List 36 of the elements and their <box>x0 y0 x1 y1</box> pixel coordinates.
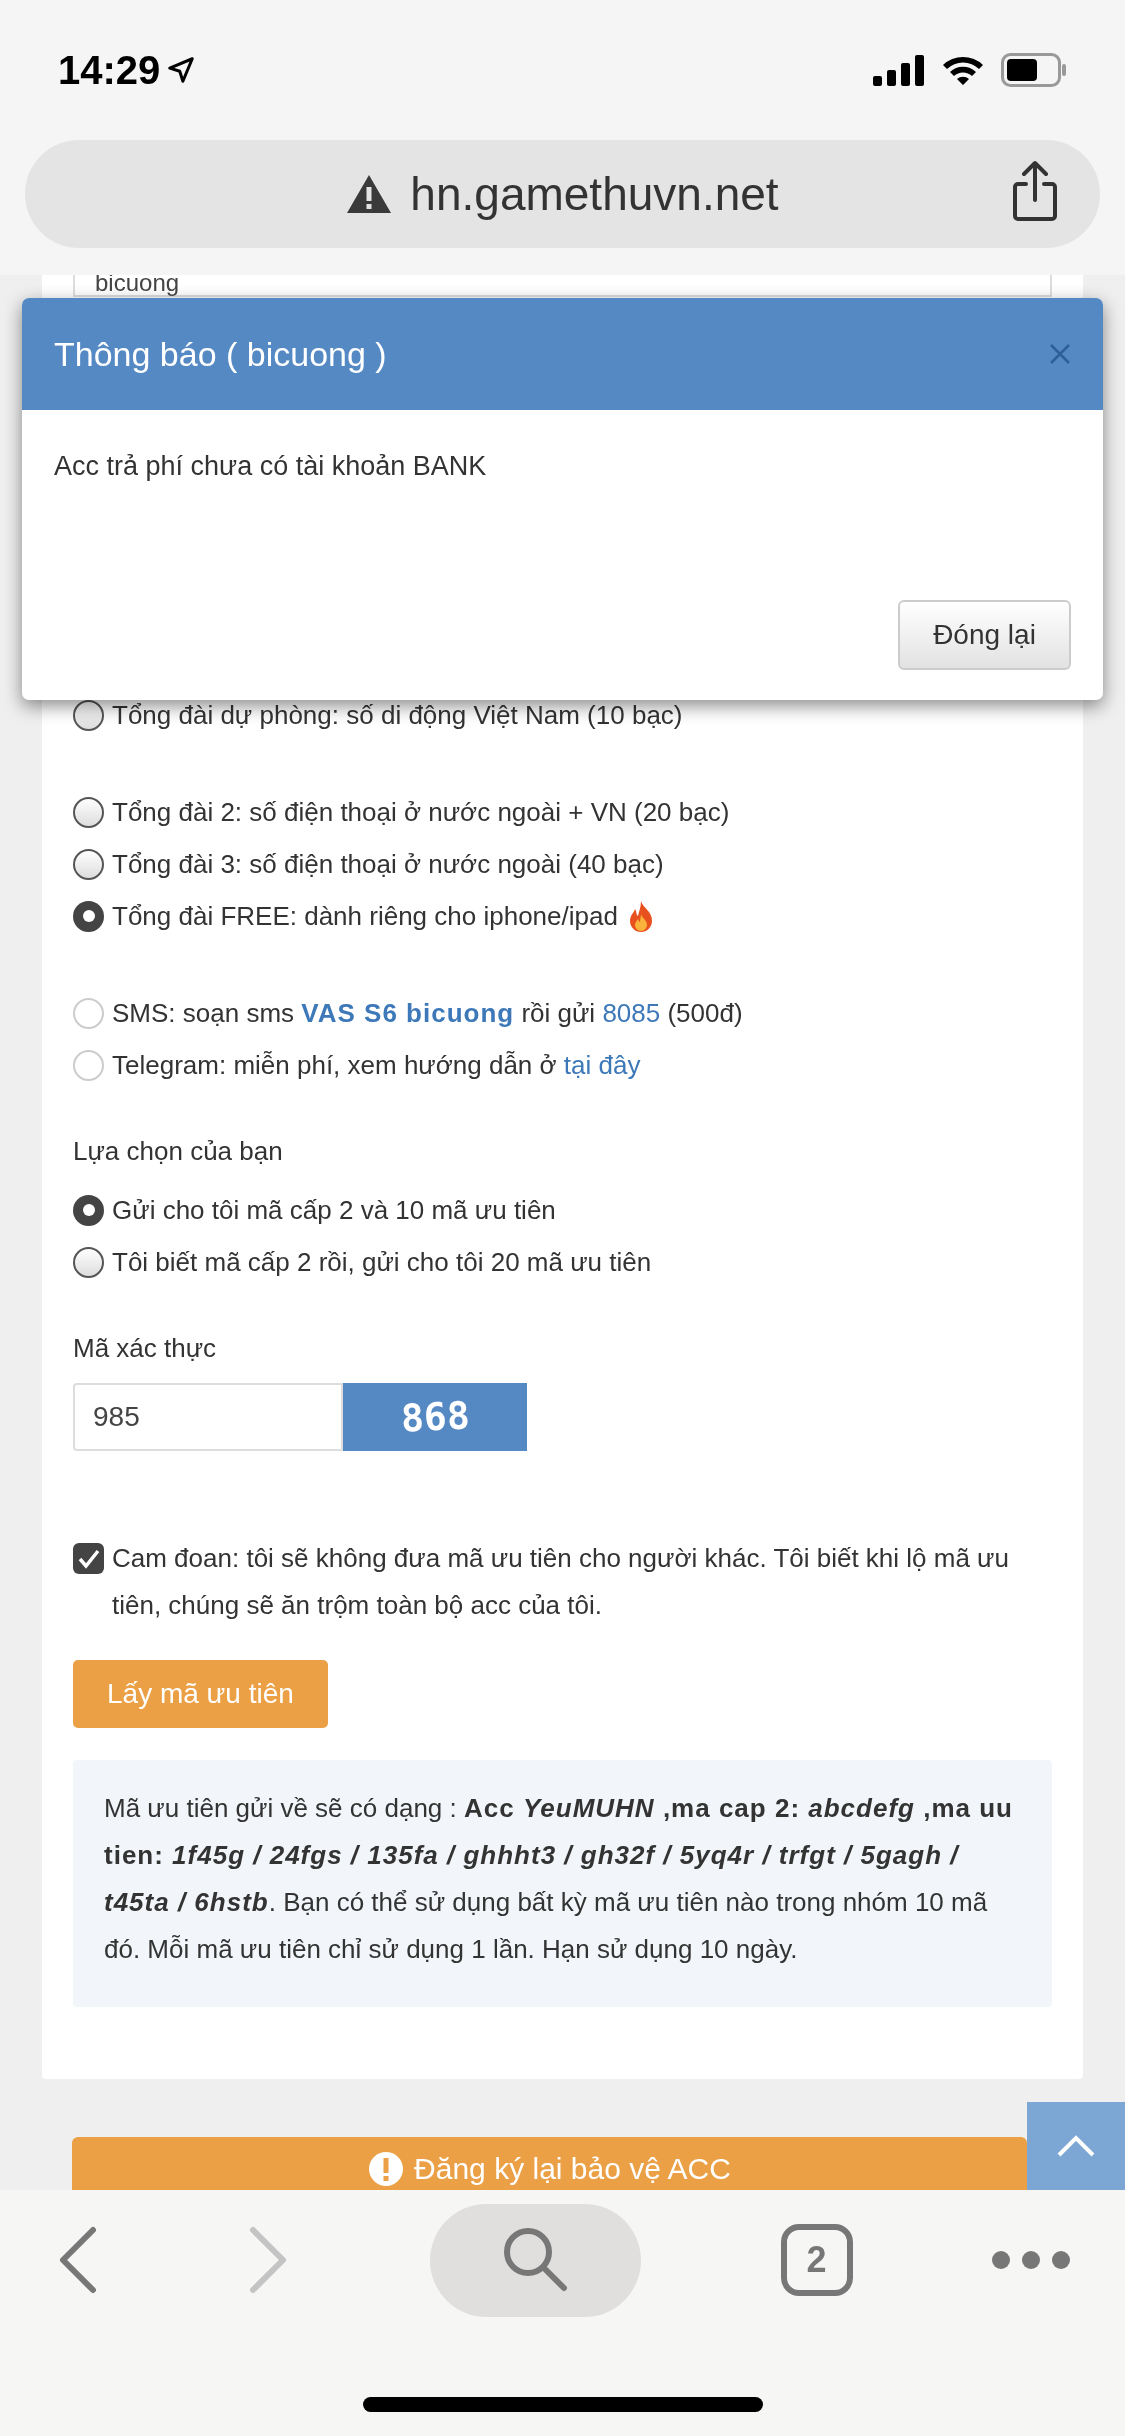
checkbox[interactable] <box>73 1543 104 1574</box>
battery-icon <box>1001 53 1067 87</box>
option-label: Tổng đài 3: số điện thoại ở nước ngoài (40 bạc) <box>112 847 664 881</box>
address-bar[interactable]: hn.gamethuvn.net <box>25 140 1100 248</box>
tabs-button[interactable]: 2 <box>780 2224 853 2296</box>
radio-button[interactable] <box>73 796 104 828</box>
clock-time: 14:29 <box>58 47 161 94</box>
option-label: Tổng đài 2: số điện thoại ở nước ngoài + VN (20 bạc) <box>112 795 730 829</box>
captcha-image: 868 <box>343 1383 527 1451</box>
option-label: Tôi biết mã cấp 2 rồi, gửi cho tôi 20 mã ưu tiên <box>112 1245 652 1279</box>
option-label: Tổng đài FREE: dành riêng cho iphone/ipad <box>112 899 618 933</box>
signal-icon <box>873 54 925 86</box>
more-icon[interactable] <box>992 2250 1070 2270</box>
share-icon[interactable] <box>1012 160 1058 222</box>
option-label: Telegram: miễn phí, xem hướng dẫn ở tại đây <box>112 1048 641 1082</box>
option-label: Tổng đài dự phòng: số di động Việt Nam (10 bạc) <box>112 698 683 732</box>
section-label: Lựa chọn của bạn <box>73 1135 284 1168</box>
close-button[interactable]: Đóng lại <box>898 600 1071 670</box>
exclamation-icon <box>368 2151 405 2187</box>
url-text: hn.gamethuvn.net <box>410 166 779 222</box>
option-label: Gửi cho tôi mã cấp 2 và 10 mã ưu tiên <box>112 1193 556 1227</box>
radio-button[interactable] <box>73 900 104 932</box>
radio-button[interactable] <box>73 848 104 880</box>
chevron-up-icon <box>1056 2134 1096 2158</box>
wifi-icon <box>941 54 985 86</box>
info-text: Mã ưu tiên gửi về sẽ có dạng : Acc YeuMUHN ,ma cap 2: abcdefg ,ma uu tien: 1f45g / 24fgs / 135fa / ghhht3 / gh32f / 5yq4r / trfgt / 5gagh / t45ta / 6hstb. Bạn có thể sử dụng bất kỳ mã ưu tiên nào trong nhóm 10 mã đó. Mỗi mã ưu tiên chỉ sử dụng 1 lần. Hạn sử dụng 10 ngày. <box>104 1792 1014 1966</box>
radio-button[interactable] <box>73 1246 104 1278</box>
section-label: Mã xác thực <box>73 1332 218 1365</box>
radio-button[interactable] <box>73 699 104 731</box>
captcha-input[interactable]: 985 <box>73 1383 343 1451</box>
radio-button[interactable] <box>73 1194 104 1226</box>
location-arrow-icon <box>166 55 197 85</box>
dialog-message: Acc trả phí chưa có tài khoản BANK <box>53 450 488 483</box>
option-label: SMS: soạn sms VAS S6 bicuong rồi gửi 8085 (500đ) <box>112 996 743 1030</box>
dialog-header: Thông báo ( bicuong ) <box>22 298 1103 410</box>
pledge-text: Cam đoan: tôi sẽ không đưa mã ưu tiên cho người khác. Tôi biết khi lộ mã ưu tiên, chúng sẽ ăn trộm toàn bộ acc của tôi. <box>112 1542 1010 1622</box>
